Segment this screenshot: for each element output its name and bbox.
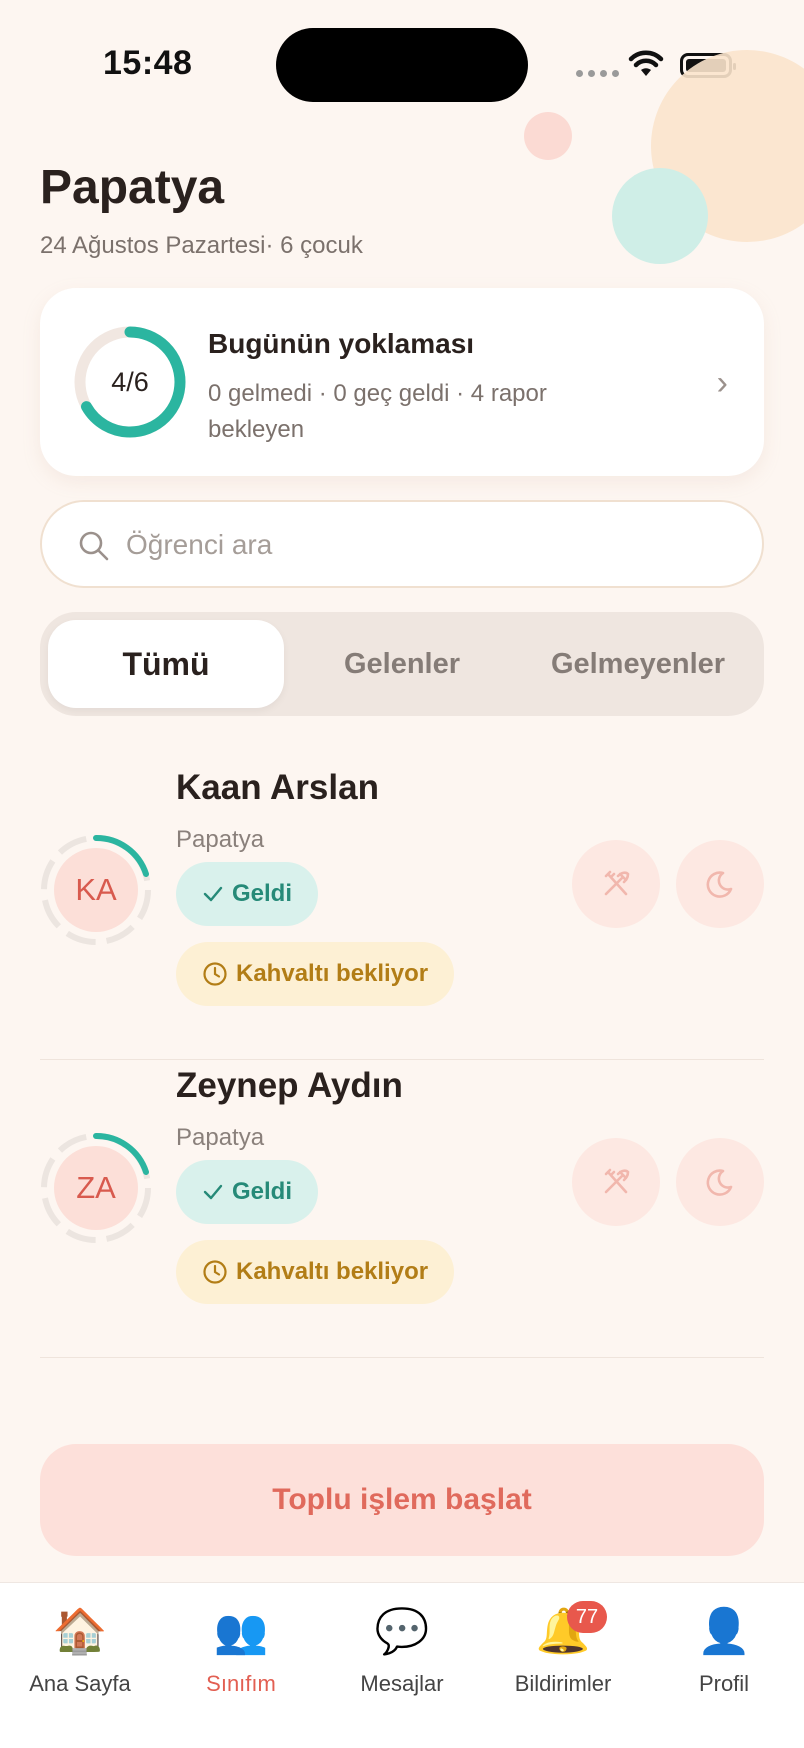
meal-status-badge[interactable]: Kahvaltı bekliyor [176,942,455,1006]
moon-icon [706,1169,733,1196]
notification-badge: 77 [567,1601,607,1633]
student-row[interactable]: ZA Zeynep Aydın Papatya Geldi Kahvaltı b… [40,1060,764,1358]
tab-home[interactable]: 🏠 Ana Sayfa [0,1605,160,1697]
tab-profile[interactable]: 👤 Profil [644,1605,804,1697]
person-icon: 👤 [696,1607,752,1656]
student-name: Zeynep Aydın [176,1066,403,1105]
fork-knife-icon [604,1168,630,1194]
tab-arrived[interactable]: Gelenler [284,620,520,708]
tab-label: Ana Sayfa [29,1671,131,1696]
tab-label: Sınıfım [206,1671,276,1696]
bottom-tab-bar: 🏠 Ana Sayfa 👥 Sınıfım 💬 Mesajlar 🔔 77 Bi… [0,1582,804,1748]
speech-bubble-icon: 💬 [374,1607,430,1656]
search-input[interactable] [126,520,726,570]
search-bar [40,500,764,588]
student-class: Papatya [176,826,265,853]
tab-messages[interactable]: 💬 Mesajlar [322,1605,482,1697]
sleep-button[interactable] [676,840,764,928]
people-icon: 👥 [213,1607,269,1656]
attendance-card[interactable]: 4/6 Bugünün yoklaması 0 gelmedi · 0 geç … [40,288,764,476]
tab-absent[interactable]: Gelmeyenler [520,620,756,708]
meal-status-label: Kahvaltı bekliyor [236,960,429,987]
search-icon [79,531,109,561]
status-badge-label: Geldi [232,1178,293,1205]
signal-icon [576,70,619,77]
student-name: Kaan Arslan [176,768,379,807]
tab-label: Mesajlar [360,1671,444,1696]
fork-knife-icon [604,870,630,896]
check-icon [203,1184,223,1200]
attendance-description: 0 gelmedi · 0 geç geldi · 4 rapor bekley… [208,380,547,443]
chevron-right-icon: › [716,364,728,402]
avatar: KA [40,834,152,946]
moon-icon [706,871,733,898]
status-badge[interactable]: Geldi [176,1160,319,1224]
clock-icon [203,1260,227,1284]
student-row[interactable]: KA Kaan Arslan Papatya Geldi Kahvaltı be… [40,762,764,1060]
filter-segmented-control: Tümü Gelenler Gelmeyenler [40,612,764,716]
avatar: ZA [40,1132,152,1244]
attendance-title: Bugünün yoklaması [208,328,475,359]
meal-button[interactable] [572,1138,660,1226]
page-title: Papatya [40,161,225,214]
wifi-icon [628,50,664,76]
decorative-circle [612,168,708,264]
tab-all[interactable]: Tümü [48,620,284,708]
bell-icon: 🔔 [535,1607,591,1656]
house-icon: 🏠 [52,1607,108,1656]
check-icon [203,886,223,902]
decorative-circle [524,112,572,160]
student-class: Papatya [176,1124,265,1151]
attendance-count: 4/6 [111,366,149,397]
status-badge-label: Geldi [232,880,293,907]
status-badge[interactable]: Geldi [176,862,319,926]
avatar-initials: KA [54,848,138,932]
tab-label: Profil [698,1671,750,1696]
meal-button[interactable] [572,840,660,928]
avatar-initials: ZA [54,1146,138,1230]
clock-icon [203,962,227,986]
tab-notifications[interactable]: 🔔 77 Bildirimler [483,1601,643,1697]
tab-label: Bildirimler [514,1671,612,1696]
dynamic-island [276,28,528,102]
meal-status-badge[interactable]: Kahvaltı bekliyor [176,1240,455,1304]
status-time: 15:48 [103,44,193,82]
meal-status-label: Kahvaltı bekliyor [236,1258,429,1285]
tab-my-class[interactable]: 👥 Sınıfım [161,1605,321,1697]
sleep-button[interactable] [676,1138,764,1226]
bulk-action-button[interactable]: Toplu işlem başlat [40,1444,764,1556]
page-subtitle: 24 Ağustos Pazartesi· 6 çocuk [40,232,363,259]
